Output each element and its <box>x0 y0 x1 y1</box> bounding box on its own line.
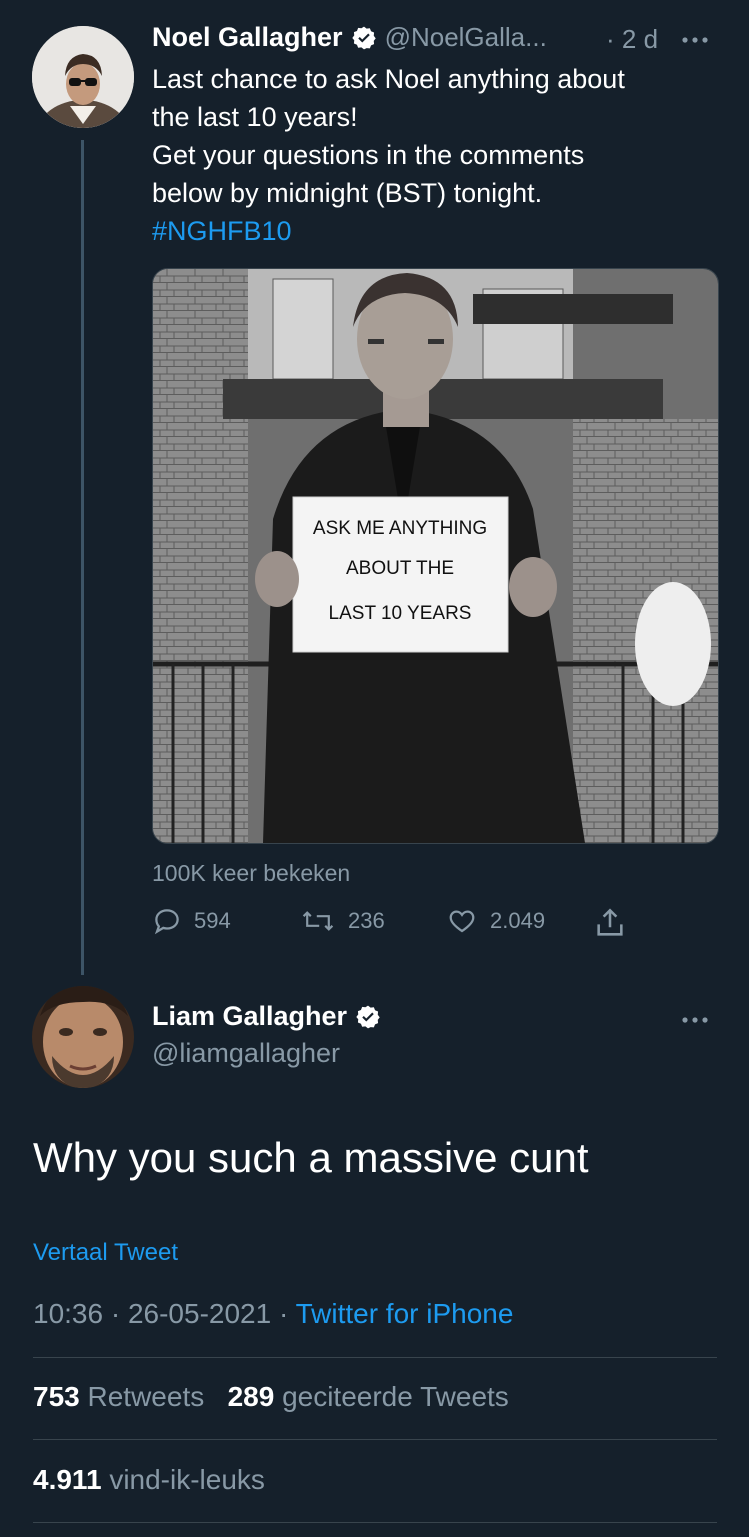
likes-count: 4.911 <box>33 1464 102 1495</box>
liam-avatar[interactable] <box>32 986 134 1088</box>
noel-handle[interactable]: @NoelGalla... <box>385 22 547 53</box>
retweets-count: 753 <box>33 1381 80 1412</box>
quote-tweets-label: geciteerde Tweets <box>282 1381 509 1412</box>
sign-text-line: LAST 10 YEARS <box>329 603 472 624</box>
retweets-label: Retweets <box>87 1381 205 1412</box>
divider <box>33 1357 717 1358</box>
likes-stat[interactable]: 4.911 vind-ik-leuks <box>33 1464 265 1496</box>
retweet-button[interactable]: 236 <box>300 906 385 936</box>
like-button[interactable]: 2.049 <box>446 906 545 936</box>
liam-author-name[interactable]: Liam Gallagher <box>152 1001 347 1032</box>
hashtag-link[interactable]: #NGHFB10 <box>152 212 722 250</box>
liam-tweet-text: Why you such a massive cunt <box>33 1134 589 1181</box>
tweet-media-video[interactable]: ASK ME ANYTHING ABOUT THE LAST 10 YEARS <box>152 268 719 844</box>
noel-avatar[interactable] <box>32 26 134 128</box>
view-count: 100K keer bekeken <box>152 860 351 886</box>
divider <box>33 1522 717 1523</box>
verified-badge-icon <box>356 1005 380 1028</box>
more-dots-icon[interactable] <box>680 1008 714 1033</box>
share-button[interactable] <box>593 906 627 945</box>
divider <box>33 1439 717 1440</box>
thread-connector-line <box>81 140 84 975</box>
reply-button[interactable]: 594 <box>152 906 231 936</box>
noel-tweet-time[interactable]: · 2 d <box>606 24 658 55</box>
retweets-stat[interactable]: 753 Retweets <box>33 1381 212 1412</box>
quote-tweets-stat[interactable]: 289 geciteerde Tweets <box>228 1381 509 1412</box>
noel-author-name[interactable]: Noel Gallagher <box>152 22 343 53</box>
more-dots-icon[interactable] <box>680 28 714 53</box>
retweet-count: 236 <box>348 908 385 933</box>
share-icon <box>597 908 623 936</box>
quote-tweets-count: 289 <box>227 1381 275 1412</box>
verified-badge-icon <box>351 26 376 49</box>
noel-tweet-text: Last chance to ask Noel anything about t… <box>152 60 722 250</box>
sign-text-line: ABOUT THE <box>346 558 454 579</box>
retweet-icon <box>302 911 334 931</box>
tweet-text-line: Last chance to ask Noel anything about <box>152 64 625 94</box>
tweet-text-line: Get your questions in the comments <box>152 140 585 170</box>
translate-tweet-link[interactable]: Vertaal Tweet <box>33 1239 178 1267</box>
heart-icon <box>449 910 475 933</box>
tweet-timestamp[interactable]: 10:36 · 26-05-2021 · <box>33 1298 296 1329</box>
liam-handle[interactable]: @liamgallagher <box>152 1038 340 1069</box>
sign-text-line: ASK ME ANYTHING <box>313 518 487 539</box>
tweet-source-link[interactable]: Twitter for iPhone <box>296 1298 514 1329</box>
likes-label: vind-ik-leuks <box>109 1464 265 1495</box>
reply-icon <box>154 909 179 935</box>
like-count: 2.049 <box>490 908 546 933</box>
reply-count: 594 <box>194 908 231 933</box>
tweet-text-line: below by midnight (BST) tonight. <box>152 178 543 208</box>
tweet-text-line: the last 10 years! <box>152 102 358 132</box>
